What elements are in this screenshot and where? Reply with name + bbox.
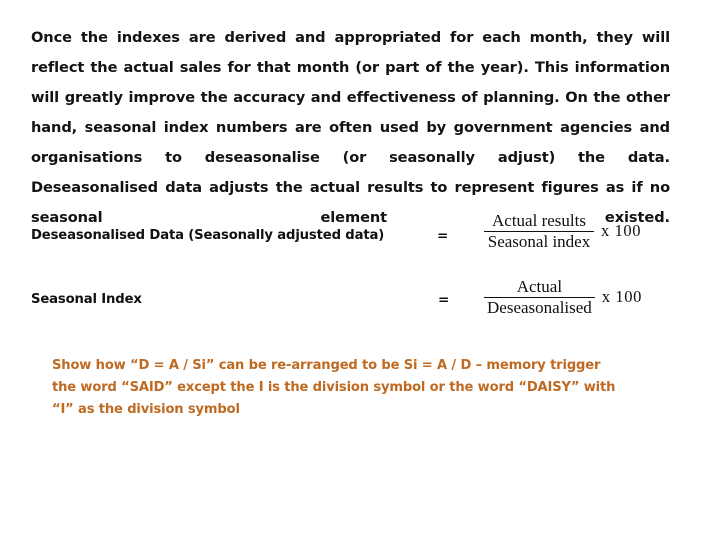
fraction-numerator-actual: Actual: [516, 277, 563, 296]
equals-sign-deseasonalised-data: =: [437, 228, 449, 244]
multiplier-deseasonalised-data: x 100: [601, 221, 642, 241]
annotation-note: Show how “D = A / Si” can be re-arranged…: [52, 355, 642, 421]
multiplier-seasonal-index: x 100: [601, 287, 642, 307]
annotation-line-2: the word “SAID” except the I is the divi…: [52, 380, 616, 395]
formula-row-seasonal-index: Seasonal Index = Actual Deseasonalised x…: [0, 278, 720, 356]
fraction-expression-seasonal-index: Actual Deseasonalised x 100: [484, 278, 642, 317]
formula-block: Deseasonalised Data (Seasonally adjusted…: [0, 212, 720, 356]
annotation-line-3: “I” as the division symbol: [52, 402, 240, 417]
fraction-deseasonalised-data: Actual results Seasonal index: [484, 212, 594, 251]
fraction-denominator-seasonal-index: Seasonal index: [487, 232, 591, 252]
fraction-seasonal-index: Actual Deseasonalised: [484, 278, 595, 317]
formula-label-seasonal-index: Seasonal Index: [31, 292, 142, 307]
equals-sign-seasonal-index: =: [438, 292, 450, 308]
formula-label-deseasonalised-data: Deseasonalised Data (Seasonally adjusted…: [31, 228, 385, 243]
fraction-expression-deseasonalised-data: Actual results Seasonal index x 100: [484, 212, 641, 251]
fraction-numerator-actual-results: Actual results: [492, 211, 586, 230]
annotation-line-1: Show how “D = A / Si” can be re-arranged…: [52, 358, 601, 373]
document-page: Once the indexes are derived and appropr…: [0, 0, 720, 540]
fraction-denominator-deseasonalised: Deseasonalised: [487, 298, 592, 318]
